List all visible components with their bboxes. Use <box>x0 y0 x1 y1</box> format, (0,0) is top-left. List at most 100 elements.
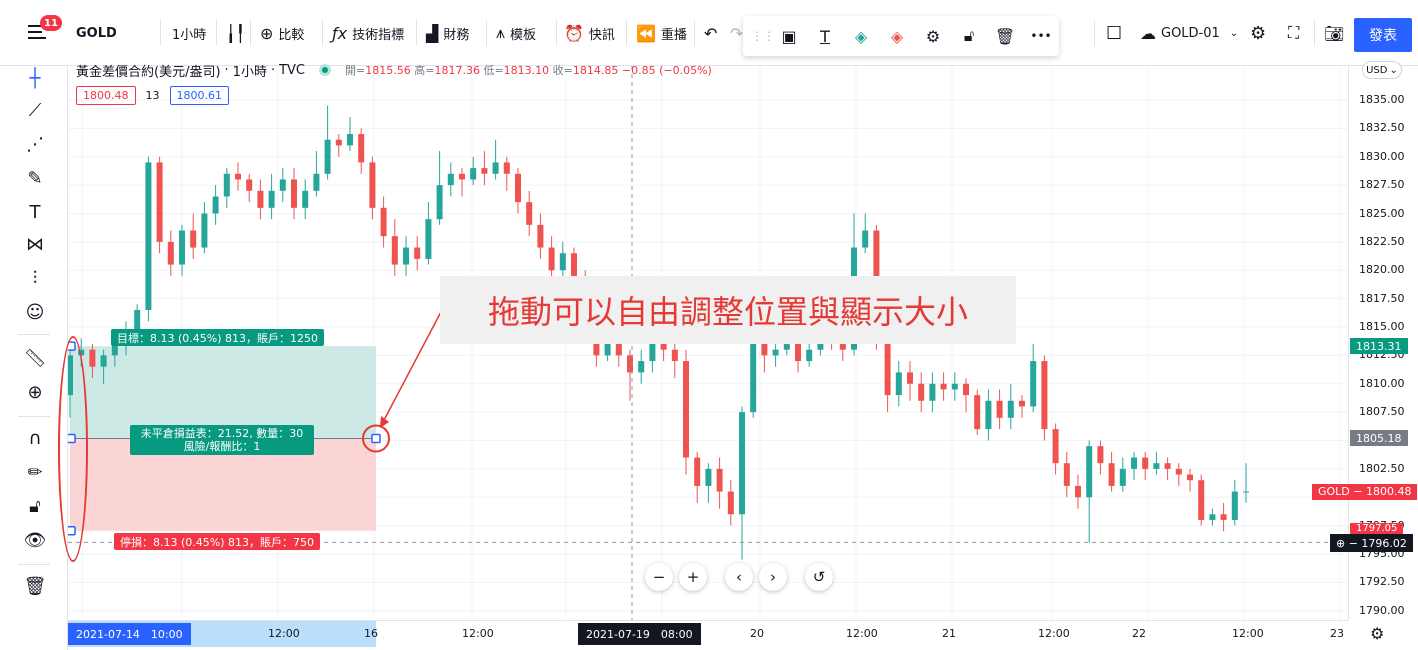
undo-icon: ↶ <box>704 23 718 43</box>
candle-body <box>761 344 768 356</box>
candle-body <box>806 349 813 362</box>
text-tool-icon[interactable]: T <box>22 200 48 226</box>
time-tick-label: 22 <box>1132 627 1146 640</box>
legend-source: TVC <box>279 62 306 78</box>
alerts-label: 快訊 <box>588 27 615 43</box>
toolbar-divider <box>250 20 251 46</box>
time-tick-label: 20 <box>750 627 764 640</box>
price-tick-label: 1827.50 <box>1359 178 1405 192</box>
layout-selector[interactable]: ☁ GOLD-01 ⌄ <box>1140 18 1238 48</box>
drag-handle-icon[interactable]: ⋮⋮ <box>751 29 775 43</box>
candle-body <box>660 344 667 350</box>
price-tick-label: 1835.00 <box>1359 93 1405 106</box>
candle-body <box>795 344 801 362</box>
zoom-in-icon[interactable]: ⊕ <box>22 380 48 406</box>
toolbar-divider <box>160 20 161 46</box>
scroll-left-button[interactable]: ‹ <box>725 563 753 591</box>
trend-line-icon[interactable]: ⟋ <box>22 98 48 124</box>
candle-body <box>1052 429 1059 464</box>
emoji-icon[interactable]: ☺ <box>22 300 48 326</box>
candle-body <box>179 230 185 265</box>
low-value: 1813.10 <box>503 64 550 77</box>
stop-color-icon[interactable]: ◈ <box>879 27 915 46</box>
trash-icon[interactable]: 🗑︎ <box>22 574 48 600</box>
close-value: 1814.85 <box>572 64 619 77</box>
candle-body <box>1097 446 1104 464</box>
fill-color-icon[interactable]: ◈ <box>843 27 879 46</box>
lock-icon[interactable]: 🔓︎ <box>22 494 48 520</box>
replay-button[interactable]: ⏪ 重播 <box>636 18 687 48</box>
candle-body <box>302 190 309 208</box>
eye-icon[interactable]: 👁︎ <box>22 528 48 554</box>
candle-body <box>167 241 174 265</box>
fullscreen-button[interactable]: ⛶ <box>1288 18 1299 48</box>
currency-selector[interactable]: USD ⌄ <box>1362 61 1402 79</box>
resize-handle <box>371 433 381 444</box>
buy-sell-tags: 1800.48 13 1800.61 <box>76 86 229 105</box>
snapshot-button[interactable]: 📷︎ <box>1324 18 1344 48</box>
lock-drawing-icon[interactable]: ✏ <box>22 460 48 486</box>
ruler-icon[interactable]: 📏︎ <box>22 346 48 372</box>
zoom-out-button[interactable]: − <box>645 563 673 591</box>
chart-settings-button[interactable]: ⚙ <box>1250 18 1266 48</box>
candle-body <box>895 372 902 396</box>
candle-body <box>403 247 409 265</box>
interval-button[interactable]: 1小時 <box>172 18 206 48</box>
compare-button[interactable]: ⊕ 比較 <box>260 18 304 48</box>
stop-loss-label[interactable]: 停損：8.13 (0.45%) 813，賬戶：750 <box>114 533 321 550</box>
templates-grid-icon[interactable]: ▣ <box>771 27 807 46</box>
scroll-right-button[interactable]: › <box>759 563 787 591</box>
brush-icon[interactable]: ✎ <box>22 166 48 192</box>
financials-button[interactable]: ▟ 財務 <box>426 18 469 48</box>
fullscreen-layout-button[interactable]: ☐ <box>1106 18 1122 48</box>
time-tick-label: 12:00 <box>268 627 300 640</box>
prediction-icon[interactable]: ⫶ <box>22 266 48 292</box>
more-icon[interactable]: ••• <box>1023 29 1059 43</box>
chart-type-button[interactable]: ╽╿ <box>226 18 250 48</box>
sell-price-button[interactable]: 1800.48 <box>76 86 136 105</box>
instrument-title[interactable]: 黃金差價合約(美元/盎司) <box>76 61 221 80</box>
candle-body <box>1007 400 1014 418</box>
candle-body <box>1231 491 1238 520</box>
price-tick-label: 1817.50 <box>1359 291 1405 305</box>
time-tick-label: 12:00 <box>1232 627 1264 640</box>
fib-tools-icon[interactable]: ⋰ <box>22 132 48 158</box>
templates-icon: ⩚ <box>496 23 506 42</box>
templates-button[interactable]: ⩚ 模板 <box>496 18 536 48</box>
candle-body <box>750 344 757 413</box>
symbol-search-button[interactable]: GOLD <box>76 18 117 48</box>
candle-body <box>1153 463 1160 469</box>
candle-body <box>1041 361 1048 430</box>
axis-settings-icon[interactable]: ⚙ <box>1370 624 1384 643</box>
settings-icon[interactable]: ⚙ <box>915 27 951 46</box>
toolbar-divider <box>486 20 487 46</box>
buy-price-button[interactable]: 1800.61 <box>169 86 229 105</box>
indicators-button[interactable]: ƒx 技術指標 <box>332 18 404 48</box>
pnl-info-box[interactable]: 未平倉損益表：21.52, 數量：30 風險/報酬比：1 <box>130 425 314 455</box>
zoom-in-button[interactable]: + <box>679 563 707 591</box>
price-tick-label: 1815.00 <box>1359 320 1405 333</box>
toolbar-divider <box>1314 20 1315 46</box>
publish-button[interactable]: 發表 <box>1354 18 1412 52</box>
alerts-button[interactable]: ⏰ 快訊 <box>564 18 615 48</box>
candle-body <box>89 349 96 367</box>
pattern-icon[interactable]: ⋈ <box>22 232 48 258</box>
crosshair-icon[interactable]: ┼ <box>22 66 48 92</box>
function-icon: ƒx <box>332 23 348 43</box>
low-label: 低= <box>483 64 504 77</box>
reset-chart-button[interactable]: ↺ <box>805 563 833 591</box>
trash-icon[interactable]: 🗑︎ <box>987 27 1023 46</box>
candle-body <box>705 468 712 486</box>
rewind-icon: ⏪ <box>636 23 656 43</box>
layout-name: GOLD-01 <box>1161 25 1220 41</box>
time-axis[interactable]: 1512:001612:002012:002112:002212:0023202… <box>68 620 1348 650</box>
toolbar-divider <box>694 20 695 46</box>
unlock-icon[interactable]: 🔓︎ <box>951 26 987 46</box>
target-label[interactable]: 目標：8.13 (0.45%) 813，賬戶：1250 <box>111 329 325 346</box>
change-value: −0.85 (−0.05%) <box>621 64 712 77</box>
magnet-icon[interactable]: ∩ <box>22 426 48 452</box>
text-icon[interactable]: T <box>807 27 843 46</box>
redo-button[interactable]: ↷ <box>730 18 743 48</box>
undo-button[interactable]: ↶ <box>704 18 717 48</box>
candle-body <box>492 162 499 174</box>
